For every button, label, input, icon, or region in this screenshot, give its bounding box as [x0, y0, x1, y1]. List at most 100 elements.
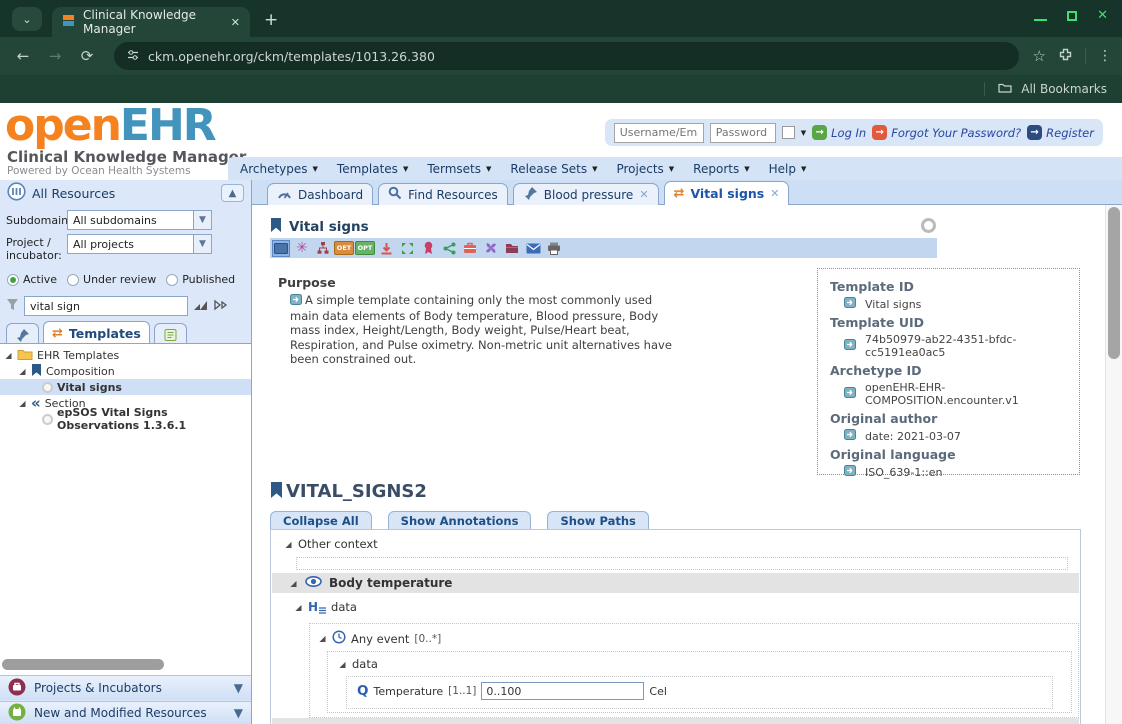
- register-arrow-icon: →: [1027, 125, 1042, 140]
- nav-archetypes[interactable]: Archetypes▼: [240, 162, 318, 176]
- step-filter-icon[interactable]: [213, 299, 229, 314]
- nav-help[interactable]: Help▼: [769, 162, 807, 176]
- collapse-all-button[interactable]: Collapse All: [270, 511, 372, 530]
- project-select[interactable]: All projects▼: [67, 234, 212, 254]
- nav-projects[interactable]: Projects▼: [616, 162, 674, 176]
- resource-search-input[interactable]: [24, 296, 188, 316]
- new-modified-panel[interactable]: New and Modified Resources ▼: [0, 701, 251, 724]
- expander-icon[interactable]: ◢: [4, 351, 13, 360]
- browser-menu-icon[interactable]: ⋮: [1098, 48, 1112, 64]
- tree-item-epsos[interactable]: epSOS Vital Signs Observations 1.3.6.1: [0, 411, 251, 427]
- opt-export-icon[interactable]: OPT: [356, 240, 374, 257]
- expander-icon[interactable]: ◢: [318, 634, 327, 643]
- radio-under-review[interactable]: Under review: [67, 273, 156, 286]
- refresh-spiral-icon[interactable]: [482, 240, 500, 257]
- hierarchy-icon[interactable]: [314, 240, 332, 257]
- all-bookmarks-label[interactable]: All Bookmarks: [1021, 82, 1107, 96]
- address-bar[interactable]: ckm.openehr.org/ckm/templates/1013.26.38…: [114, 42, 1019, 70]
- link-icon: [844, 429, 856, 443]
- expander-icon[interactable]: ◢: [18, 399, 27, 408]
- folder-icon[interactable]: [503, 240, 521, 257]
- extensions-icon[interactable]: [1058, 47, 1073, 65]
- scrollbar-thumb[interactable]: [1108, 207, 1120, 359]
- email-icon[interactable]: [524, 240, 542, 257]
- nav-reports[interactable]: Reports▼: [693, 162, 749, 176]
- username-field[interactable]: [614, 123, 704, 143]
- tab-find-resources[interactable]: Find Resources: [378, 183, 508, 205]
- browser-tab[interactable]: Clinical Knowledge Manager ✕: [52, 7, 250, 37]
- window-maximize-button[interactable]: [1067, 11, 1077, 21]
- browser-chrome: ⌄ Clinical Knowledge Manager ✕ + ✕ ← → ⟳…: [0, 0, 1122, 103]
- apply-filter-icon[interactable]: [193, 299, 208, 314]
- show-annotations-button[interactable]: Show Annotations: [388, 511, 532, 530]
- temperature-range-input[interactable]: [481, 682, 644, 700]
- certification-ribbon-icon[interactable]: [419, 240, 437, 257]
- sidebar-tab-termsets[interactable]: [154, 323, 187, 345]
- radio-published[interactable]: Published: [166, 273, 235, 286]
- sidebar-tab-templates[interactable]: ⇄Templates: [43, 321, 150, 345]
- data-node[interactable]: ◢ data: [338, 657, 378, 671]
- data-node[interactable]: ◢ H data: [294, 600, 357, 614]
- openehr-logo[interactable]: openEHR: [5, 103, 215, 149]
- tree-item-vital-signs[interactable]: Vital signs: [0, 379, 251, 395]
- tab-blood-pressure[interactable]: Blood pressure ✕: [513, 183, 659, 205]
- register-link[interactable]: →Register: [1027, 125, 1094, 140]
- log-in-button[interactable]: →Log In: [812, 125, 866, 140]
- link-icon: [844, 297, 856, 311]
- view-mode-icon[interactable]: [272, 240, 290, 257]
- sidebar-collapse-button[interactable]: ▲: [221, 184, 244, 202]
- meta-heading: Original author: [830, 411, 1079, 426]
- tab-dashboard[interactable]: Dashboard: [267, 183, 373, 205]
- forgot-password-link[interactable]: →Forgot Your Password?: [872, 125, 1021, 140]
- expander-icon[interactable]: ◢: [294, 603, 303, 612]
- radio-active[interactable]: Active: [7, 273, 57, 286]
- subdomain-select[interactable]: All subdomains▼: [67, 210, 212, 230]
- archetype-pin-icon: [523, 186, 538, 203]
- any-event-node[interactable]: ◢ Any event [0..*]: [318, 630, 441, 647]
- nav-termsets[interactable]: Termsets▼: [427, 162, 491, 176]
- sidebar-tab-archetypes[interactable]: [6, 323, 39, 345]
- tab-vital-signs[interactable]: ⇄ Vital signs ✕: [664, 181, 790, 205]
- site-info-icon[interactable]: [127, 49, 139, 64]
- tree-item-ehr-templates[interactable]: ◢ EHR Templates: [0, 347, 251, 363]
- next-section-header: [272, 718, 1079, 724]
- new-tab-button[interactable]: +: [264, 10, 278, 30]
- close-icon[interactable]: ✕: [639, 188, 648, 201]
- link-icon: [844, 465, 856, 479]
- download-icon[interactable]: [377, 240, 395, 257]
- expander-icon[interactable]: ◢: [284, 540, 293, 549]
- print-icon[interactable]: [545, 240, 563, 257]
- oet-export-icon[interactable]: OET: [335, 240, 353, 257]
- quantity-icon: Q: [357, 683, 368, 699]
- eye-icon[interactable]: [305, 576, 322, 590]
- expander-icon[interactable]: ◢: [289, 579, 298, 588]
- remember-me-checkbox[interactable]: [782, 126, 795, 139]
- login-options-caret-icon[interactable]: ▼: [801, 129, 806, 137]
- mindmap-icon[interactable]: ✳: [293, 240, 311, 257]
- show-paths-button[interactable]: Show Paths: [547, 511, 648, 530]
- bookmark-star-icon[interactable]: ☆: [1033, 47, 1046, 65]
- forward-button[interactable]: →: [42, 47, 68, 65]
- nav-release-sets[interactable]: Release Sets▼: [510, 162, 597, 176]
- sidebar-horizontal-scrollbar[interactable]: [2, 659, 164, 670]
- expander-icon[interactable]: ◢: [18, 367, 27, 376]
- password-field[interactable]: [710, 123, 776, 143]
- window-close-button[interactable]: ✕: [1097, 9, 1108, 22]
- body-temperature-node[interactable]: ◢ Body temperature: [272, 573, 1079, 593]
- other-context-node[interactable]: ◢ Other context: [284, 537, 378, 551]
- expander-icon[interactable]: ◢: [338, 660, 347, 669]
- tab-search-button[interactable]: ⌄: [12, 7, 42, 31]
- tab-close-icon[interactable]: ✕: [231, 16, 240, 29]
- reload-button[interactable]: ⟳: [74, 47, 100, 65]
- projects-incubators-panel[interactable]: Projects & Incubators ▼: [0, 675, 251, 700]
- tree-item-composition[interactable]: ◢ Composition: [0, 363, 251, 379]
- nav-templates[interactable]: Templates▼: [337, 162, 408, 176]
- back-button[interactable]: ←: [10, 47, 36, 65]
- close-icon[interactable]: ✕: [770, 187, 779, 200]
- template-node-icon: [42, 414, 53, 425]
- window-minimize-button[interactable]: [1034, 19, 1047, 21]
- compact-view-icon[interactable]: [398, 240, 416, 257]
- archive-icon[interactable]: [461, 240, 479, 257]
- content-scrollbar[interactable]: [1105, 205, 1122, 724]
- share-icon[interactable]: [440, 240, 458, 257]
